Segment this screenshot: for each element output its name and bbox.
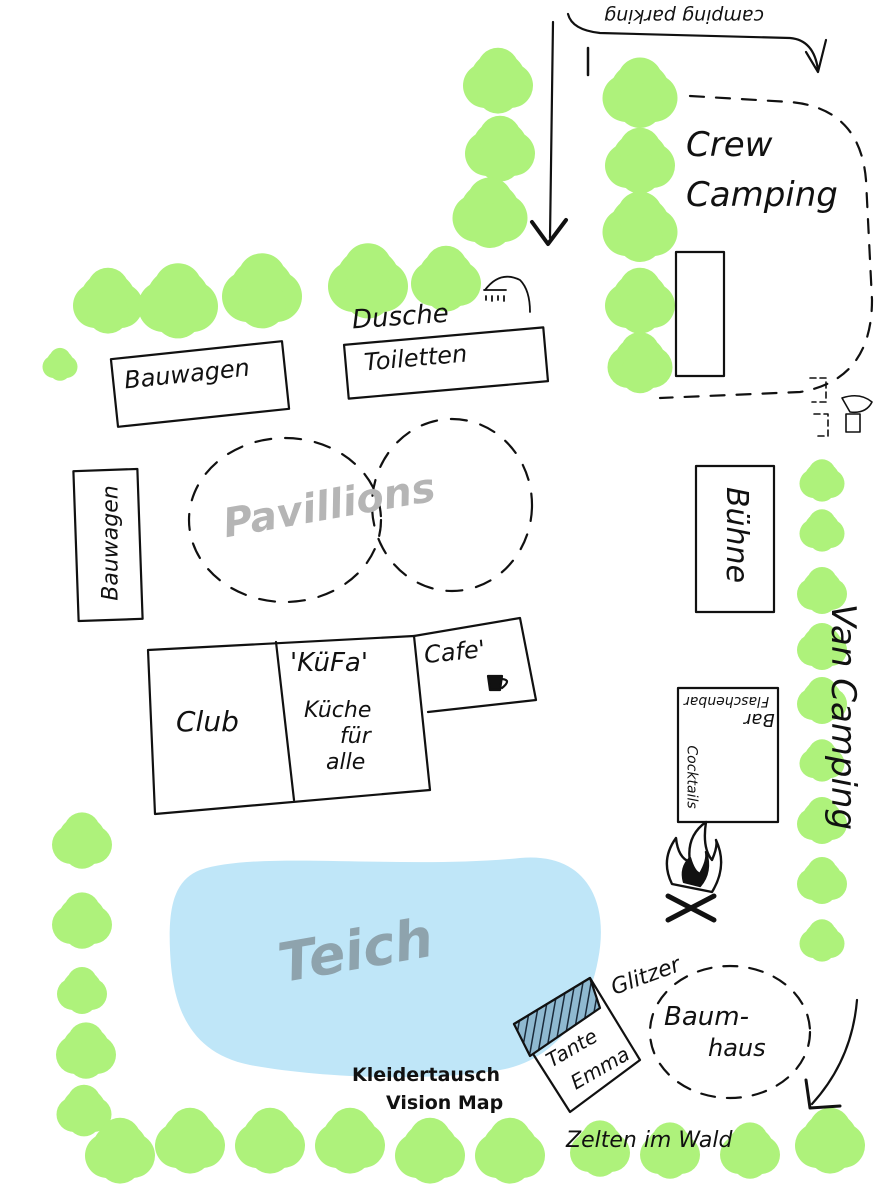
campfire-icon bbox=[665, 820, 723, 923]
buehne-label: Bühne bbox=[719, 486, 755, 584]
forest-arrow bbox=[810, 998, 859, 1106]
crew-camping-building bbox=[674, 250, 726, 378]
crew-label: Crew bbox=[686, 125, 773, 165]
tree-icon bbox=[477, 71, 519, 114]
bauwagen-side-label: Bauwagen bbox=[98, 485, 124, 601]
tree-icon bbox=[809, 1131, 851, 1174]
tree-icon bbox=[467, 203, 513, 248]
coffee-cup-icon bbox=[486, 674, 509, 692]
tree-icon bbox=[64, 832, 100, 869]
alle-label: alle bbox=[326, 750, 366, 775]
cafe-label: Cafe' bbox=[422, 634, 487, 670]
tree-icon bbox=[87, 291, 129, 334]
club-label: Club bbox=[176, 705, 239, 738]
fuer-label: für bbox=[340, 724, 371, 749]
tree-icon bbox=[409, 1141, 451, 1184]
baumhaus-label-1: Baum- bbox=[664, 1002, 749, 1032]
tree-icon bbox=[807, 874, 837, 904]
tree-icon bbox=[479, 139, 521, 182]
baumhaus-label-2: haus bbox=[708, 1034, 766, 1062]
flaschenbar-label: Flaschenbar bbox=[684, 693, 770, 709]
tree-icon bbox=[732, 1142, 768, 1179]
cocktails-label: Cocktails bbox=[683, 745, 700, 809]
tree-icon bbox=[68, 1042, 104, 1079]
tree-icon bbox=[489, 1141, 531, 1184]
tree-icon bbox=[617, 83, 663, 128]
baumhaus-area bbox=[648, 964, 812, 1100]
tree-icon bbox=[808, 474, 836, 502]
tree-icon bbox=[619, 291, 661, 334]
tree-icon bbox=[67, 1103, 101, 1137]
entrance-arrow bbox=[548, 20, 555, 240]
camping-label: Camping bbox=[686, 175, 838, 215]
tree-icon bbox=[249, 1131, 291, 1174]
tree-icon bbox=[154, 290, 202, 339]
kufa-label: 'KüFa' bbox=[290, 648, 369, 678]
zelten-im-wald-label: Zelten im Wald bbox=[566, 1128, 733, 1153]
dusche-label: Dusche bbox=[351, 298, 450, 336]
tree-icon bbox=[808, 934, 836, 962]
vision-map-label: Vision Map bbox=[386, 1092, 504, 1114]
shower-icon bbox=[483, 275, 531, 313]
tree-icon bbox=[49, 359, 71, 381]
tree-icon bbox=[64, 912, 100, 949]
kleidertausch-label: Kleidertausch bbox=[352, 1064, 501, 1086]
tree-icon bbox=[99, 1141, 141, 1184]
tree-icon bbox=[329, 1131, 371, 1174]
tree-icon bbox=[619, 151, 661, 194]
tree-icon bbox=[620, 354, 660, 394]
bar-label: Bar bbox=[744, 709, 775, 730]
tree-icon bbox=[67, 984, 97, 1014]
tree-icon bbox=[808, 524, 836, 552]
camping-parking-label: camping parking bbox=[604, 5, 764, 27]
van-camping-label: Van Camping bbox=[823, 603, 864, 831]
tree-icon bbox=[238, 280, 286, 329]
tree-icon bbox=[169, 1131, 211, 1174]
tree-icon bbox=[617, 217, 663, 262]
kueche-label: Küche bbox=[304, 698, 372, 723]
